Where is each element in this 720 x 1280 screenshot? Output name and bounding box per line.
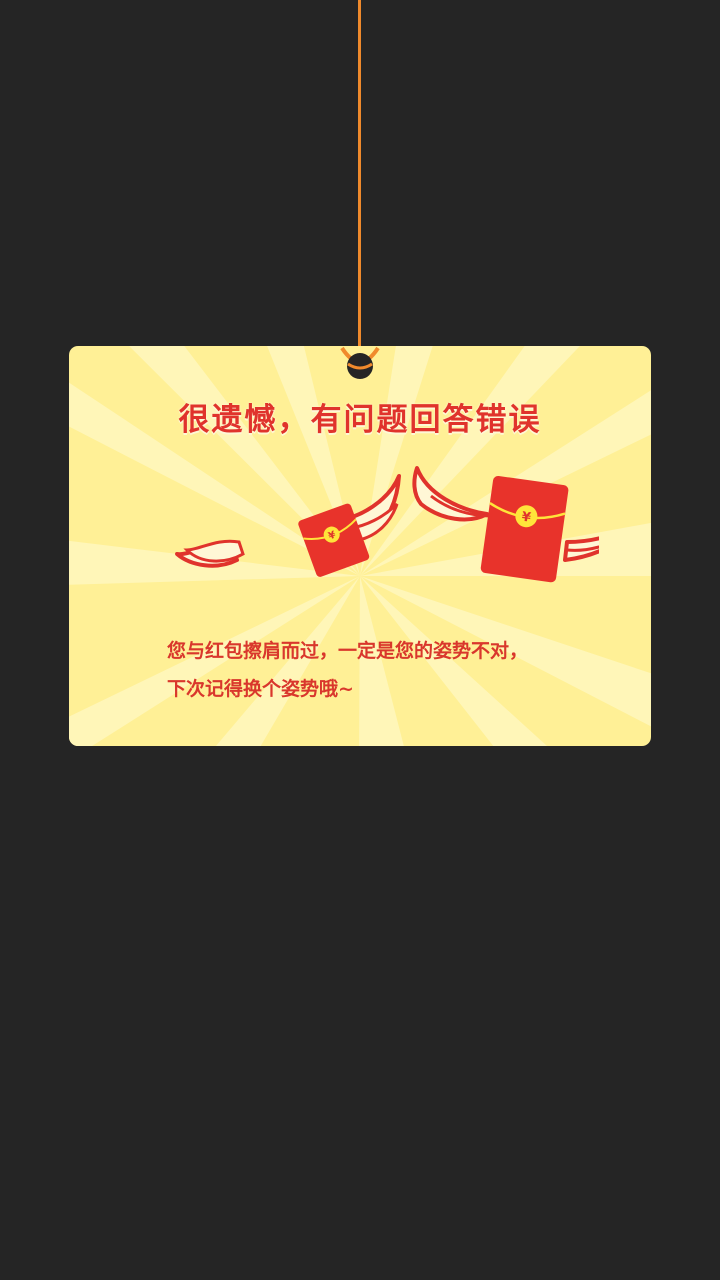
winged-red-envelope-icon: ¥ [412,466,599,583]
flying-envelopes-illustration: ¥ ¥ [175,466,599,583]
winged-red-envelope-icon: ¥ [175,474,401,577]
result-title: 很遗憾，有问题回答错误 [178,402,542,438]
message-line-1: 您与红包擦肩而过，一定是您的姿势不对， [167,640,529,662]
hanging-string [358,0,361,362]
card-hook-icon [340,346,380,379]
message-line-2: 下次记得换个姿势哦~ [167,678,354,700]
result-message: 您与红包擦肩而过，一定是您的姿势不对， 下次记得换个姿势哦~ [167,632,607,708]
result-card: 很遗憾，有问题回答错误 ¥ ¥ 您与红包擦肩而过，一定是您的姿势不对， 下次记得… [69,346,651,746]
result-screen: 很遗憾，有问题回答错误 ¥ ¥ 您与红包擦肩而过，一定是您的姿势不对， 下次记得… [0,0,720,1280]
